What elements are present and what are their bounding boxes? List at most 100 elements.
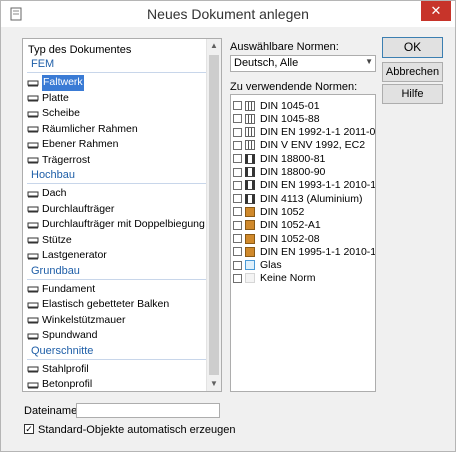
- norm-checkbox[interactable]: [233, 260, 242, 270]
- document-type-label: Lastgenerator: [42, 249, 107, 261]
- filename-input[interactable]: [76, 403, 220, 418]
- norm-item[interactable]: DIN 1045-01: [233, 99, 320, 112]
- document-type-item[interactable]: Scheibe: [27, 106, 207, 122]
- norm-label: Glas: [260, 259, 282, 272]
- document-type-list[interactable]: Typ des Dokumentes FEM Faltwerk Platte Sche…: [22, 38, 222, 392]
- document-type-label: Platte: [42, 91, 69, 104]
- norm-label: DIN 1045-88: [260, 112, 320, 125]
- norm-item[interactable]: DIN EN 1995-1-1 2010-12: [233, 245, 376, 258]
- document-type-label: Stütze: [42, 233, 72, 246]
- timber-icon: [245, 206, 255, 217]
- norm-checkbox[interactable]: [233, 273, 242, 283]
- norm-checkbox[interactable]: [233, 140, 242, 150]
- document-type-label: Winkelstützmauer: [42, 313, 126, 326]
- norm-checkbox[interactable]: [233, 127, 242, 137]
- structure-icon: [27, 315, 39, 325]
- scrollbar-thumb[interactable]: [209, 55, 219, 375]
- norm-item[interactable]: DIN 4113 (Aluminium): [233, 192, 363, 205]
- document-type-label: Räumlicher Rahmen: [42, 122, 138, 135]
- available-norms-value: Deutsch, Alle: [234, 57, 299, 69]
- norm-checkbox[interactable]: [233, 247, 242, 257]
- vertical-scrollbar[interactable]: ▲ ▼: [206, 39, 221, 391]
- norm-item[interactable]: DIN EN 1992-1-1 2011-01: [233, 126, 375, 139]
- norm-item[interactable]: DIN 18800-90: [233, 166, 325, 179]
- available-norms-label: Auswählbare Normen:: [230, 41, 339, 53]
- structure-icon: [27, 124, 39, 134]
- norm-checkbox[interactable]: [233, 234, 242, 243]
- norm-item[interactable]: DIN 1052: [233, 205, 304, 218]
- norm-item[interactable]: DIN EN 1993-1-1 2010-12: [233, 179, 375, 192]
- document-type-item[interactable]: Ebener Rahmen: [27, 137, 207, 153]
- norm-item[interactable]: DIN 1052-08: [233, 232, 320, 245]
- concrete-icon: [245, 127, 255, 138]
- group-header: Hochbau: [27, 168, 207, 184]
- norm-item[interactable]: DIN 1045-88: [233, 112, 320, 125]
- document-type-item[interactable]: Spundwand: [27, 328, 207, 344]
- norm-checkbox[interactable]: [233, 114, 242, 124]
- document-type-label: Betonprofil: [42, 378, 93, 390]
- document-type-item[interactable]: Faltwerk: [27, 75, 207, 91]
- norm-item[interactable]: Keine Norm: [233, 272, 315, 285]
- structure-icon: [27, 189, 39, 199]
- document-type-item[interactable]: Fundament: [27, 282, 207, 298]
- document-type-item[interactable]: Stahlprofil: [27, 362, 207, 378]
- steel-icon: [245, 167, 255, 177]
- document-type-item[interactable]: Stütze: [27, 233, 207, 249]
- structure-icon: [27, 78, 39, 88]
- chevron-down-icon: ▼: [365, 57, 373, 66]
- document-type-item[interactable]: Dach: [27, 186, 207, 202]
- norm-checkbox[interactable]: [233, 101, 242, 110]
- norm-checkbox[interactable]: [233, 194, 242, 204]
- document-type-item[interactable]: Räumlicher Rahmen: [27, 122, 207, 138]
- document-type-item[interactable]: Betonprofil: [27, 377, 207, 391]
- document-type-label: Dach: [42, 187, 67, 199]
- document-type-label: Fundament: [42, 282, 96, 295]
- timber-icon: [245, 246, 255, 257]
- cancel-button[interactable]: Abbrechen: [382, 62, 443, 82]
- document-type-item[interactable]: Durchlaufträger mit Doppelbiegung: [27, 217, 207, 233]
- help-button[interactable]: Hilfe: [382, 84, 443, 104]
- group-header: Grundbau: [27, 264, 207, 280]
- structure-icon: [27, 380, 39, 390]
- scroll-down-icon[interactable]: ▼: [207, 377, 221, 391]
- close-button[interactable]: ✕: [421, 1, 451, 21]
- norm-item[interactable]: DIN 1052-A1: [233, 219, 321, 232]
- norm-label: DIN 1052-08: [260, 232, 320, 245]
- title-bar[interactable]: Neues Dokument anlegen ✕: [1, 1, 455, 27]
- document-type-item[interactable]: Durchlaufträger: [27, 202, 207, 218]
- steel-icon: [245, 180, 255, 191]
- document-type-item[interactable]: Elastisch gebetteter Balken: [27, 297, 207, 313]
- scroll-up-icon[interactable]: ▲: [207, 39, 221, 53]
- structure-icon: [27, 364, 39, 374]
- none-icon: [245, 273, 255, 284]
- document-type-label: Trägerrost: [42, 153, 91, 166]
- glass-icon: [245, 260, 255, 271]
- norm-item[interactable]: DIN 18800-81: [233, 152, 325, 165]
- available-norms-dropdown[interactable]: Deutsch, Alle ▼: [230, 55, 376, 72]
- used-norms-label: Zu verwendende Normen:: [230, 81, 358, 93]
- norm-item[interactable]: DIN V ENV 1992, EC2: [233, 139, 365, 152]
- ok-button[interactable]: OK: [382, 37, 443, 58]
- norm-checkbox[interactable]: [233, 220, 242, 230]
- document-type-label: Faltwerk: [42, 75, 84, 91]
- norm-item[interactable]: Glas: [233, 259, 282, 272]
- structure-icon: [27, 204, 39, 214]
- concrete-icon: [245, 140, 255, 151]
- document-type-item[interactable]: Platte: [27, 91, 207, 107]
- norm-checkbox[interactable]: [233, 180, 242, 190]
- document-type-label: Elastisch gebetteter Balken: [42, 298, 170, 310]
- norm-checkbox[interactable]: [233, 167, 242, 177]
- structure-icon: [27, 220, 39, 230]
- timber-icon: [245, 233, 255, 244]
- structure-icon: [27, 251, 39, 261]
- norm-checkbox[interactable]: [233, 154, 242, 164]
- document-type-label: Scheibe: [42, 107, 80, 119]
- document-type-item[interactable]: Trägerrost: [27, 153, 207, 169]
- document-type-item[interactable]: Winkelstützmauer: [27, 313, 207, 329]
- norm-checkbox[interactable]: [233, 207, 242, 217]
- norm-label: DIN EN 1995-1-1 2010-12: [260, 245, 376, 258]
- used-norms-list: DIN 1045-01 DIN 1045-88 DIN EN 1992-1-1 20…: [230, 94, 376, 392]
- norm-label: DIN 18800-90: [260, 166, 326, 178]
- document-type-item[interactable]: Lastgenerator: [27, 248, 207, 264]
- auto-create-checkbox[interactable]: ✓: [24, 424, 34, 434]
